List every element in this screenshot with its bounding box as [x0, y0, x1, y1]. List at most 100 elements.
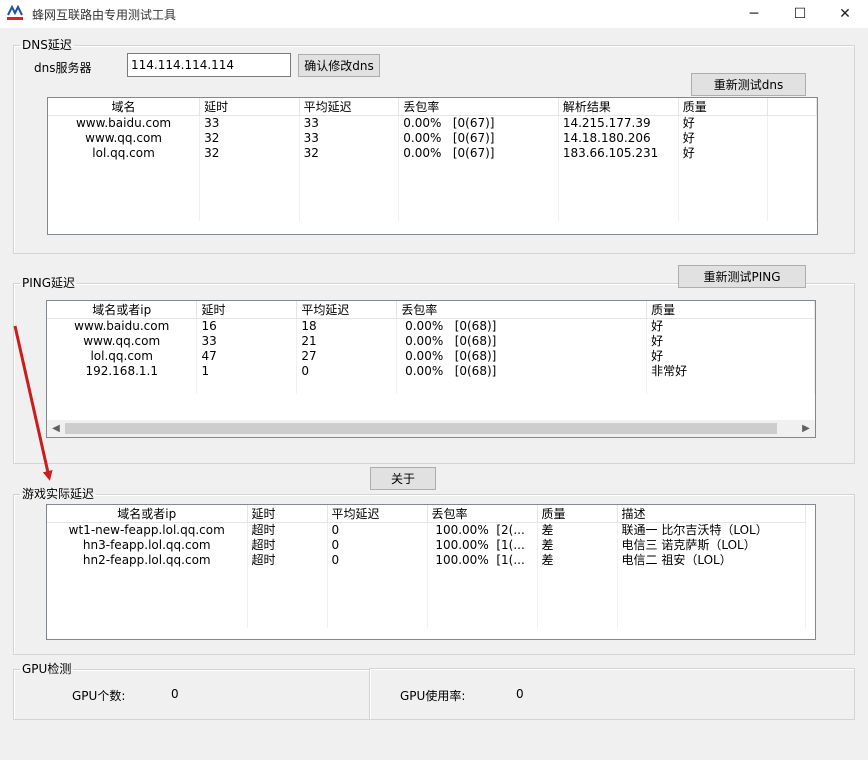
ping-quality: 好: [646, 318, 815, 334]
maximize-button[interactable]: ☐: [777, 0, 823, 28]
dns-col-avg[interactable]: 平均延迟: [299, 98, 400, 116]
empty-row: [47, 583, 806, 598]
table-row[interactable]: www.qq.com 33 21 0.00% [0(68)] 好: [47, 334, 815, 349]
ping-loss-percent: 0.00%: [405, 364, 444, 378]
retest-dns-button[interactable]: 重新测试dns: [691, 73, 806, 96]
dns-table[interactable]: 域名 延时 平均延迟 丢包率 解析结果 质量 www.baidu.com 33 …: [47, 97, 818, 235]
ping-col-avg[interactable]: 平均延迟: [296, 301, 398, 319]
dns-loss: 0.00% [0(67)]: [398, 115, 559, 131]
gpu-count-label: GPU个数:: [72, 689, 126, 703]
dns-delay: 33: [199, 115, 300, 131]
game-desc: 电信二 祖安（LOL）: [617, 553, 806, 568]
ping-col-delay[interactable]: 延时: [196, 301, 298, 319]
dns-empty-cell: [767, 115, 817, 131]
game-col-avg[interactable]: 平均延迟: [327, 505, 428, 523]
game-delay: 超时: [247, 522, 328, 538]
empty-row: [47, 568, 806, 583]
ping-loss: 0.00% [0(68)]: [396, 349, 648, 364]
game-loss-percent: 100.00%: [435, 523, 489, 537]
ping-host: www.qq.com: [47, 334, 198, 349]
empty-row: [48, 191, 817, 206]
table-row[interactable]: hn2-feapp.lol.qq.com 超时 0 100.00% [1(...…: [47, 553, 806, 568]
scroll-right-arrow-icon[interactable]: ▶: [799, 422, 813, 435]
dns-result: 14.18.180.206: [558, 131, 679, 146]
game-col-quality[interactable]: 质量: [537, 505, 618, 523]
game-delay: 超时: [247, 553, 328, 568]
dns-loss-detail: [0(67)]: [452, 116, 495, 130]
ping-loss: 0.00% [0(68)]: [396, 364, 648, 379]
game-col-desc[interactable]: 描述: [617, 505, 806, 523]
game-table[interactable]: 域名或者ip 延时 平均延迟 丢包率 质量 描述 wt1-new-feapp.l…: [46, 504, 816, 640]
game-quality: 差: [537, 522, 618, 538]
empty-row: [47, 613, 806, 628]
dns-quality: 好: [678, 146, 769, 161]
dns-avg: 33: [299, 115, 400, 131]
game-delay: 超时: [247, 538, 328, 553]
game-loss: 100.00% [1(...: [427, 553, 538, 568]
ping-delay: 33: [196, 334, 298, 349]
table-row[interactable]: www.baidu.com 33 33 0.00% [0(67)] 14.215…: [48, 115, 817, 131]
table-row[interactable]: lol.qq.com 47 27 0.00% [0(68)] 好: [47, 349, 815, 364]
empty-row: [47, 379, 815, 394]
game-group-title: 游戏实际延迟: [22, 487, 95, 501]
dns-loss: 0.00% [0(67)]: [398, 131, 559, 146]
ping-table[interactable]: 域名或者ip 延时 平均延迟 丢包率 质量 www.baidu.com 16 1…: [46, 300, 816, 438]
ping-quality: 好: [646, 334, 815, 349]
ping-avg: 27: [296, 349, 398, 364]
dns-col-empty: [767, 98, 817, 116]
game-loss: 100.00% [2(...: [427, 522, 538, 538]
minimize-button[interactable]: ─: [731, 0, 777, 28]
dns-domain: www.baidu.com: [48, 115, 201, 131]
ping-horizontal-scrollbar[interactable]: ◀ ▶: [47, 420, 815, 437]
dns-table-header: 域名 延时 平均延迟 丢包率 解析结果 质量: [48, 98, 817, 116]
ping-col-host[interactable]: 域名或者ip: [47, 301, 198, 319]
dns-loss-detail: [0(67)]: [452, 131, 495, 145]
dns-col-quality[interactable]: 质量: [678, 98, 769, 116]
table-row[interactable]: lol.qq.com 32 32 0.00% [0(67)] 183.66.10…: [48, 146, 817, 161]
dns-loss-percent: 0.00%: [403, 131, 442, 145]
ping-col-quality[interactable]: 质量: [646, 301, 815, 319]
dns-domain: lol.qq.com: [48, 146, 201, 161]
app-logo-icon: [6, 5, 24, 20]
ping-avg: 0: [296, 364, 398, 379]
game-col-delay[interactable]: 延时: [247, 505, 328, 523]
ping-avg: 21: [296, 334, 398, 349]
ping-delay: 47: [196, 349, 298, 364]
game-avg: 0: [327, 553, 428, 568]
gpu-count-value: 0: [171, 687, 179, 701]
table-row[interactable]: hn3-feapp.lol.qq.com 超时 0 100.00% [1(...…: [47, 538, 806, 553]
ping-loss-percent: 0.00%: [405, 334, 444, 348]
dns-col-delay[interactable]: 延时: [199, 98, 300, 116]
game-col-host[interactable]: 域名或者ip: [47, 505, 248, 523]
game-col-loss[interactable]: 丢包率: [427, 505, 538, 523]
dns-col-domain[interactable]: 域名: [48, 98, 201, 116]
ping-delay: 1: [196, 364, 298, 379]
dns-delay: 32: [199, 131, 300, 146]
ping-quality: 非常好: [646, 364, 815, 379]
table-row[interactable]: wt1-new-feapp.lol.qq.com 超时 0 100.00% [2…: [47, 522, 806, 538]
ping-loss-detail: [0(68)]: [454, 364, 497, 378]
close-button[interactable]: ✕: [822, 0, 868, 28]
table-row[interactable]: www.qq.com 32 33 0.00% [0(67)] 14.18.180…: [48, 131, 817, 146]
confirm-dns-button[interactable]: 确认修改dns: [298, 54, 380, 77]
ping-group-title: PING延迟: [22, 276, 76, 290]
ping-col-loss[interactable]: 丢包率: [396, 301, 648, 319]
dns-loss: 0.00% [0(67)]: [398, 146, 559, 161]
table-row[interactable]: www.baidu.com 16 18 0.00% [0(68)] 好: [47, 318, 815, 334]
game-loss-percent: 100.00%: [435, 553, 489, 567]
table-row[interactable]: 192.168.1.1 1 0 0.00% [0(68)] 非常好: [47, 364, 815, 379]
dns-quality: 好: [678, 131, 769, 146]
dns-empty-cell: [767, 131, 817, 146]
game-loss-percent: 100.00%: [435, 538, 489, 552]
dns-server-input[interactable]: [127, 53, 291, 77]
game-quality: 差: [537, 553, 618, 568]
ping-loss-detail: [0(68)]: [454, 319, 497, 333]
retest-ping-button[interactable]: 重新测试PING: [678, 265, 806, 288]
scroll-left-arrow-icon[interactable]: ◀: [49, 422, 63, 435]
dns-col-loss[interactable]: 丢包率: [398, 98, 559, 116]
scrollbar-thumb[interactable]: [65, 423, 777, 434]
ping-host: 192.168.1.1: [47, 364, 198, 379]
ping-loss-percent: 0.00%: [405, 349, 444, 363]
ping-delay: 16: [196, 318, 298, 334]
dns-col-result[interactable]: 解析结果: [558, 98, 679, 116]
